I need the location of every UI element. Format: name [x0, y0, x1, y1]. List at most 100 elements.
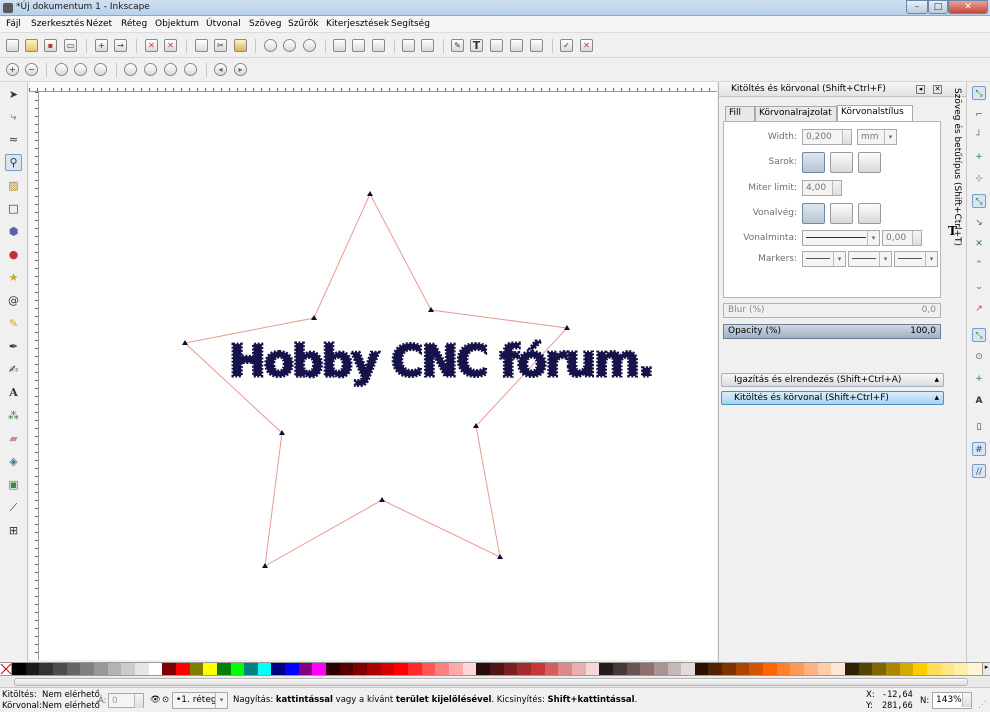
ungroup-icon[interactable] [421, 39, 434, 52]
save-icon[interactable]: ▪ [44, 39, 57, 52]
minimize-button[interactable]: – [906, 0, 928, 14]
pen-tool-icon[interactable]: ✒ [5, 338, 22, 355]
palette-swatch[interactable] [257, 663, 272, 675]
snap-text-baseline-icon[interactable]: A [972, 394, 986, 408]
calligraphy-tool-icon[interactable]: ✍ [5, 361, 22, 378]
menu-filters[interactable]: Szűrők [288, 19, 319, 29]
palette-swatch[interactable] [312, 663, 327, 675]
horizontal-scrollbar[interactable] [0, 677, 990, 688]
zoom-in-icon[interactable]: + [6, 63, 19, 76]
eraser-tool-icon[interactable]: ▰ [5, 430, 22, 447]
palette-swatch[interactable] [476, 663, 490, 675]
palette-swatch[interactable] [298, 663, 313, 675]
zoom-selection-icon[interactable] [264, 39, 277, 52]
mid-marker-select[interactable]: ▾ [848, 251, 892, 267]
preferences-icon[interactable]: ✕ [580, 39, 593, 52]
menu-help[interactable]: Segítség [391, 19, 430, 29]
palette-swatch[interactable] [653, 663, 668, 675]
tweak-tool-icon[interactable]: ≈ [5, 131, 22, 148]
palette-swatch[interactable] [517, 663, 531, 675]
menu-view[interactable]: Nézet [86, 19, 112, 29]
start-marker-select[interactable]: ▾ [802, 251, 846, 267]
snap-path-icon[interactable]: ↘ [972, 216, 986, 230]
palette-swatch[interactable] [80, 663, 94, 675]
star-node-0[interactable] [367, 191, 373, 196]
clone-icon[interactable] [352, 39, 365, 52]
cap-round-button[interactable] [830, 203, 853, 224]
palette-swatch[interactable] [285, 663, 299, 675]
xml-editor-icon[interactable] [510, 39, 523, 52]
palette-swatch[interactable] [449, 663, 463, 675]
star-node-1[interactable] [428, 307, 434, 312]
palette-swatch[interactable] [107, 663, 122, 675]
palette-swatch[interactable] [503, 663, 518, 675]
zoom-drawing-icon[interactable] [283, 39, 296, 52]
palette-swatch[interactable] [940, 663, 955, 675]
zoom-fit-page-icon[interactable] [164, 63, 177, 76]
palette-swatch[interactable] [530, 663, 545, 675]
palette-swatch[interactable] [667, 663, 682, 675]
no-paint-swatch[interactable] [0, 663, 12, 675]
zoom-1-2-icon[interactable] [74, 63, 87, 76]
unlink-clone-icon[interactable] [372, 39, 385, 52]
zoom-fit-width-icon[interactable] [184, 63, 197, 76]
zoom-fit-drawing-icon[interactable] [144, 63, 157, 76]
palette-swatch[interactable] [804, 663, 818, 675]
paint-bucket-tool-icon[interactable]: ◈ [5, 453, 22, 470]
snap-bbox-corner-icon[interactable]: + [972, 150, 986, 164]
3d-box-tool-icon[interactable]: ⬢ [5, 223, 22, 240]
layer-lock-icon[interactable]: ⊙ [162, 695, 169, 705]
spray-tool-icon[interactable]: ⁂ [5, 407, 22, 424]
align-distribute-dock[interactable]: Igazítás és elrendezés (Shift+Ctrl+A) ▴ [721, 373, 944, 387]
fill-stroke-dock[interactable]: Kitöltés és körvonal (Shift+Ctrl+F) ▴ [721, 391, 944, 405]
join-round-button[interactable] [830, 152, 853, 173]
panel-close-icon[interactable]: ✕ [933, 85, 942, 94]
snap-midpoint-icon[interactable]: ↗ [972, 302, 986, 316]
open-icon[interactable] [25, 39, 38, 52]
palette-swatch[interactable] [66, 663, 81, 675]
palette-swatch[interactable] [134, 663, 149, 675]
palette-swatch[interactable] [244, 663, 258, 675]
cut-icon[interactable]: ✂ [214, 39, 227, 52]
pencil-tool-icon[interactable]: ✎ [5, 315, 22, 332]
star-tool-icon[interactable]: ★ [5, 269, 22, 286]
palette-swatch[interactable] [394, 663, 409, 675]
undo-icon[interactable]: ✕ [145, 39, 158, 52]
dash-offset-input[interactable]: 0,00 [882, 230, 922, 246]
star-node-9[interactable] [311, 315, 317, 320]
palette-swatch[interactable] [899, 663, 914, 675]
palette-swatch[interactable] [189, 663, 204, 675]
layer-visibility-icon[interactable]: 👁 [150, 695, 161, 705]
snap-grid-icon[interactable]: # [972, 442, 986, 456]
layers-icon[interactable] [490, 39, 503, 52]
close-window-button[interactable]: ✕ [948, 0, 988, 14]
snap-guide-icon[interactable]: // [972, 464, 986, 478]
palette-swatch[interactable] [776, 663, 791, 675]
document-properties-icon[interactable]: ✓ [560, 39, 573, 52]
tab-stroke-style[interactable]: Körvonalstílus [837, 105, 913, 121]
palette-swatch[interactable] [954, 663, 968, 675]
palette-swatch[interactable] [558, 663, 572, 675]
palette-swatch[interactable] [612, 663, 627, 675]
vertical-ruler[interactable] [29, 92, 39, 660]
palette-swatch[interactable] [735, 663, 750, 675]
palette-swatch[interactable] [845, 663, 859, 675]
duplicate-icon[interactable] [333, 39, 346, 52]
snap-enable-icon[interactable]: ⤡ [972, 86, 986, 100]
gradient-tool-icon[interactable]: ▣ [5, 476, 22, 493]
menu-path[interactable]: Útvonal [206, 19, 241, 29]
palette-swatch[interactable] [326, 663, 340, 675]
menu-object[interactable]: Objektum [155, 19, 199, 29]
blur-slider[interactable]: Blur (%) 0,0 [723, 303, 941, 318]
snap-bbox-edge-icon[interactable]: ┘ [972, 129, 986, 143]
zoom-next-icon[interactable]: ▸ [234, 63, 247, 76]
print-icon[interactable]: ▭ [64, 39, 77, 52]
palette-swatch[interactable] [913, 663, 927, 675]
palette-swatch[interactable] [640, 663, 654, 675]
opacity-slider[interactable]: Opacity (%) 100,0 [723, 324, 941, 339]
zoom-fit-selection-icon[interactable] [124, 63, 137, 76]
palette-swatch[interactable] [367, 663, 381, 675]
palette-swatch[interactable] [926, 663, 941, 675]
palette-swatch[interactable] [599, 663, 613, 675]
width-input[interactable]: 0,200 [802, 129, 852, 145]
